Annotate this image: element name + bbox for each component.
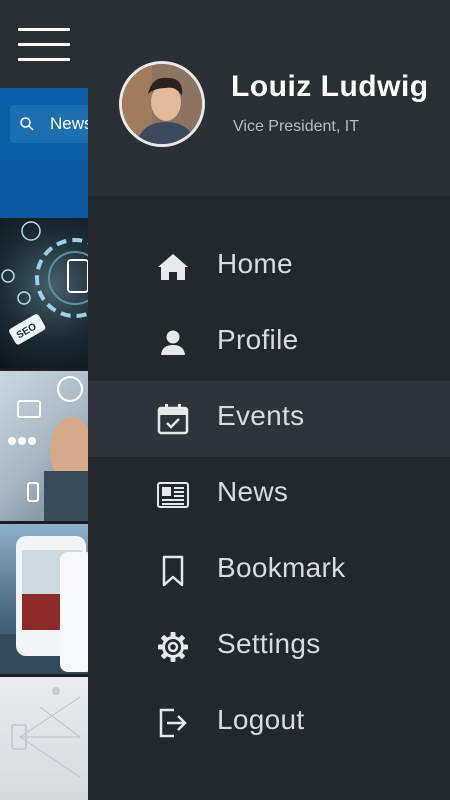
background-search-bar: News: [0, 88, 88, 160]
menu-item-settings[interactable]: Settings: [88, 609, 450, 685]
menu-item-home[interactable]: Home: [88, 229, 450, 305]
logout-icon: [159, 708, 187, 738]
calendar-check-icon: [157, 404, 189, 435]
background-app: News SEO: [0, 0, 88, 800]
newspaper-icon: [157, 482, 189, 508]
user-name: Louiz Ludwig: [231, 70, 429, 103]
menu-item-label: Logout: [217, 704, 305, 735]
drawer-header: Louiz Ludwig Vice President, IT: [88, 0, 450, 196]
news-thumbnail-business[interactable]: [0, 371, 88, 521]
search-icon: [20, 117, 34, 131]
navigation-drawer: Louiz Ludwig Vice President, IT Home Pro…: [88, 0, 450, 800]
home-icon: [158, 254, 188, 280]
news-thumbnail-network[interactable]: [0, 677, 88, 800]
menu-item-bookmark[interactable]: Bookmark: [88, 533, 450, 609]
drawer-menu: Home Profile Events News Bookmark Settin…: [88, 229, 450, 761]
menu-item-logout[interactable]: Logout: [88, 685, 450, 761]
hamburger-menu-icon[interactable]: [18, 28, 70, 62]
user-job-title: Vice President, IT: [233, 118, 359, 135]
menu-item-label: Profile: [217, 324, 299, 355]
news-thumbnail-seo[interactable]: SEO: [0, 218, 88, 368]
bookmark-icon: [162, 555, 184, 587]
menu-item-events[interactable]: Events: [88, 381, 450, 457]
menu-item-label: News: [217, 476, 289, 507]
menu-item-news[interactable]: News: [88, 457, 450, 533]
gear-icon: [158, 632, 188, 662]
background-banner: [0, 160, 88, 218]
menu-item-label: Events: [217, 400, 305, 431]
avatar[interactable]: [119, 61, 205, 147]
menu-item-label: Home: [217, 248, 293, 279]
menu-item-label: Bookmark: [217, 552, 346, 583]
search-input[interactable]: News: [10, 105, 88, 143]
search-placeholder: News: [50, 114, 88, 133]
menu-item-profile[interactable]: Profile: [88, 305, 450, 381]
menu-item-label: Settings: [217, 628, 321, 659]
user-icon: [161, 330, 185, 355]
news-thumbnail-app[interactable]: [0, 524, 88, 674]
background-topbar: [0, 0, 88, 88]
